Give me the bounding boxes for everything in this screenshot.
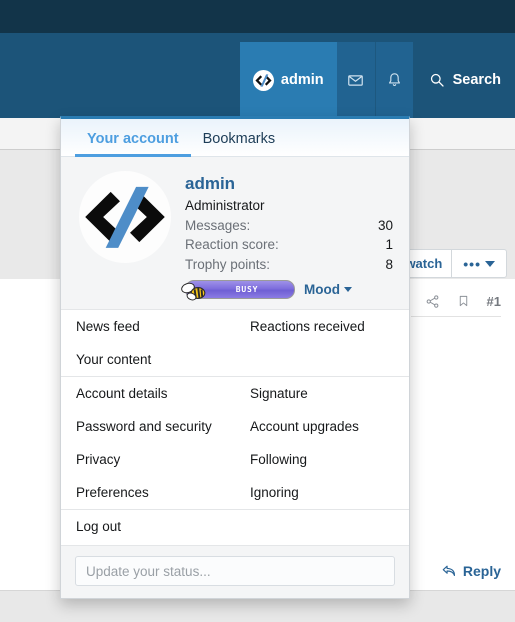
navbar-search-button[interactable]: Search [412,42,515,118]
code-logo-avatar-icon [85,186,165,248]
menu-item-signature[interactable]: Signature [235,377,409,410]
mood-link[interactable]: Mood [304,282,352,297]
menu-row: Your content [61,343,409,376]
menu-row: Log out [61,510,409,543]
search-icon [430,73,444,87]
bee-icon [181,282,206,301]
reply-button-label: Reply [462,563,501,579]
navbar-right-group: admin Search [239,42,515,126]
mood-badge-label: Busy [235,285,259,295]
navbar-alerts-button[interactable] [374,42,413,118]
avatar[interactable] [79,171,171,263]
tab-your-account-label: Your account [87,131,179,147]
account-user-title: Administrator [185,197,265,213]
more-options-button[interactable]: ••• [451,250,506,277]
account-info: admin Administrator Messages: 30 Reactio… [181,171,393,301]
post-number[interactable]: #1 [487,294,501,309]
more-dots-icon: ••• [463,255,481,272]
menu-item-news-feed[interactable]: News feed [61,310,235,343]
menu-item-placeholder [235,343,409,376]
menu-row: News feed Reactions received [61,310,409,343]
menu-item-reactions-received[interactable]: Reactions received [235,310,409,343]
account-menu-footer [61,545,409,599]
page-root: admin Search watch ••• #1 Reply Your acc… [0,0,515,622]
mood-badge[interactable]: Busy [181,280,295,301]
status-input[interactable] [75,556,395,587]
stat-reaction-score: Reaction score: 1 [185,235,393,255]
menu-item-your-content[interactable]: Your content [61,343,235,376]
stat-reaction-score-value: 1 [385,237,393,253]
share-icon[interactable] [425,294,440,309]
chevron-down-icon [485,260,495,267]
navbar-top-band [0,0,515,33]
menu-group-1: News feed Reactions received Your conten… [61,309,409,376]
navbar-inbox-button[interactable] [336,42,375,118]
menu-group-3: Log out [61,509,409,543]
account-menu-tablist: Your account Bookmarks [61,119,409,157]
navbar-search-label: Search [452,72,501,88]
menu-item-account-upgrades[interactable]: Account upgrades [235,410,409,443]
post-divider [411,316,501,317]
watch-button-label: watch [405,256,443,271]
account-summary: admin Administrator Messages: 30 Reactio… [61,157,409,310]
bookmark-icon[interactable] [457,293,470,309]
menu-group-2: Account details Signature Password and s… [61,376,409,509]
navbar-account-label: admin [280,72,324,88]
stat-messages: Messages: 30 [185,216,393,236]
menu-row: Privacy Following [61,443,409,476]
account-username[interactable]: admin [185,173,393,196]
account-menu-links: News feed Reactions received Your conten… [61,309,409,546]
chevron-down-icon [344,287,352,293]
menu-row: Password and security Account upgrades [61,410,409,443]
navbar-account-tab[interactable]: admin [239,42,337,126]
account-dropdown-menu: Your account Bookmarks admin Administrat… [60,116,410,600]
thread-action-button-group: watch ••• [395,249,507,278]
menu-item-log-out[interactable]: Log out [61,510,235,543]
post-meta-row: #1 [425,293,501,309]
mood-row: Busy Mood [181,280,393,301]
menu-item-placeholder [235,510,409,543]
menu-item-privacy[interactable]: Privacy [61,443,235,476]
stat-trophy-points: Trophy points: 8 [185,255,393,275]
stat-reaction-score-label: Reaction score: [185,237,279,253]
stat-trophy-points-label: Trophy points: [185,256,271,272]
reply-button[interactable]: Reply [441,563,501,579]
mood-link-label: Mood [304,282,340,298]
menu-item-ignoring[interactable]: Ignoring [235,476,409,509]
tab-your-account[interactable]: Your account [75,131,191,157]
menu-item-password-and-security[interactable]: Password and security [61,410,235,443]
reply-arrow-icon [442,565,455,577]
stat-messages-label: Messages: [185,217,251,233]
envelope-icon [348,74,363,86]
menu-row: Account details Signature [61,377,409,410]
stat-trophy-points-value: 8 [385,256,393,272]
menu-row: Preferences Ignoring [61,476,409,509]
stat-messages-value: 30 [377,217,393,233]
menu-item-preferences[interactable]: Preferences [61,476,235,509]
code-logo-avatar-icon [252,69,274,91]
tab-bookmarks[interactable]: Bookmarks [191,131,288,156]
bell-icon [388,73,400,87]
menu-item-account-details[interactable]: Account details [61,377,235,410]
menu-item-following[interactable]: Following [235,443,409,476]
tab-bookmarks-label: Bookmarks [202,131,276,147]
